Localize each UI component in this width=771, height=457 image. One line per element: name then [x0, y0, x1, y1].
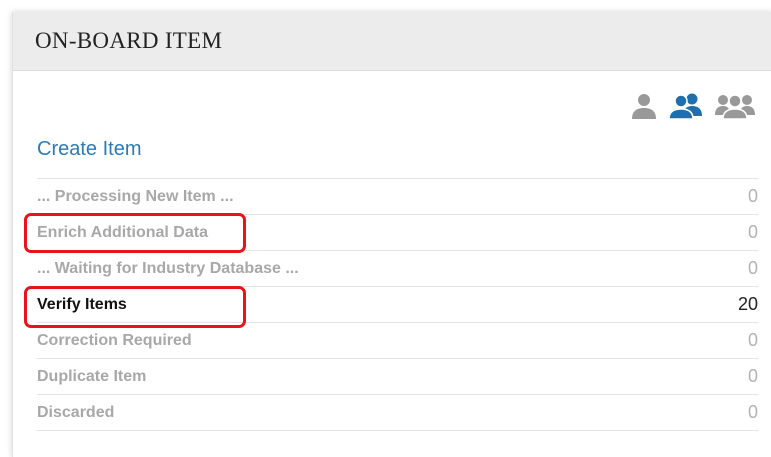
status-count: 0	[747, 402, 758, 422]
status-row-verify-items[interactable]: Verify Items 20	[37, 287, 758, 323]
status-count: 0	[747, 186, 758, 206]
create-item-link[interactable]: Create Item	[37, 138, 141, 161]
status-row-enrich-additional-data[interactable]: Enrich Additional Data 0	[37, 215, 758, 251]
status-count: 0	[747, 366, 758, 386]
status-count: 0	[747, 258, 758, 278]
panel-header: ON-BOARD ITEM	[13, 12, 771, 71]
status-row-duplicate-item[interactable]: Duplicate Item 0	[37, 359, 758, 395]
status-count: 0	[747, 222, 758, 242]
status-label: Enrich Additional Data	[37, 223, 208, 241]
status-label: Verify Items	[37, 295, 127, 313]
status-label: Discarded	[37, 403, 115, 421]
status-row-waiting-industry-database[interactable]: ... Waiting for Industry Database ... 0	[37, 251, 758, 287]
status-label: ... Waiting for Industry Database ...	[37, 259, 299, 277]
two-users-icon[interactable]	[668, 92, 704, 120]
panel-title: ON-BOARD ITEM	[35, 28, 223, 53]
status-list: ... Processing New Item ... 0 Enrich Add…	[37, 178, 758, 431]
status-label: ... Processing New Item ...	[37, 187, 234, 205]
group-users-icon[interactable]	[714, 92, 756, 120]
onboard-item-panel: ON-BOARD ITEM Create Item ... Processing…	[12, 12, 771, 457]
status-count: 0	[747, 330, 758, 350]
status-label: Duplicate Item	[37, 367, 147, 385]
status-row-discarded[interactable]: Discarded 0	[37, 395, 758, 431]
view-toggle-group	[630, 92, 756, 120]
status-count: 20	[737, 294, 758, 314]
status-row-processing-new-item[interactable]: ... Processing New Item ... 0	[37, 179, 758, 215]
single-user-icon[interactable]	[630, 92, 658, 120]
status-row-correction-required[interactable]: Correction Required 0	[37, 323, 758, 359]
status-label: Correction Required	[37, 331, 192, 349]
